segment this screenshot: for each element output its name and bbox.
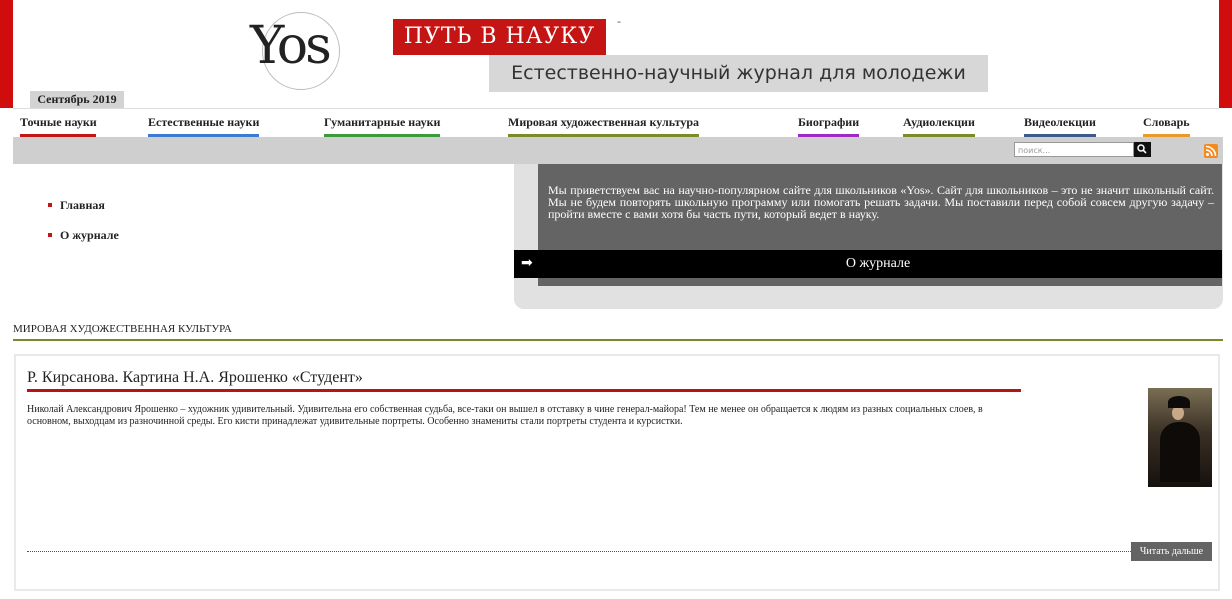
- nav-label: Гуманитарные науки: [324, 115, 441, 129]
- article-thumbnail[interactable]: [1148, 388, 1212, 487]
- journal-subtitle: Естественно-научный журнал для молодежи: [489, 55, 988, 92]
- header-dash: -: [617, 14, 621, 28]
- section-divider: [13, 339, 1223, 341]
- nav-item-biographies[interactable]: Биографии: [798, 115, 860, 137]
- figure-face: [1172, 406, 1184, 420]
- bullet-icon: [48, 233, 52, 237]
- nav-item-natural-sciences[interactable]: Естественные науки: [148, 115, 260, 137]
- rss-button[interactable]: [1204, 144, 1218, 158]
- featured-link-label: О журнале: [845, 256, 911, 271]
- nav-label: Аудиолекции: [903, 115, 975, 129]
- nav-label: Биографии: [798, 115, 860, 129]
- article-card: Р. Кирсанова. Картина Н.А. Ярошенко «Сту…: [14, 354, 1220, 591]
- menu-item-about[interactable]: О журнале: [48, 228, 119, 258]
- search-icon: [1137, 144, 1147, 154]
- article-excerpt: Николай Александрович Ярошенко – художни…: [27, 404, 983, 427]
- nav-item-world-art[interactable]: Мировая художественная культура: [508, 115, 699, 137]
- issue-date: Сентябрь 2019: [30, 91, 124, 108]
- menu-label: О журнале: [60, 228, 119, 242]
- read-more-button[interactable]: Читать дальше: [1131, 542, 1212, 561]
- left-red-bar: [0, 0, 13, 108]
- rss-icon: [1205, 145, 1217, 157]
- search-input[interactable]: поиск...: [1014, 142, 1134, 157]
- nav-item-humanities[interactable]: Гуманитарные науки: [324, 115, 441, 137]
- nav-label: Точные науки: [20, 115, 97, 129]
- nav-label: Видеолекции: [1024, 115, 1096, 129]
- bullet-icon: [48, 203, 52, 207]
- article-title-underline: [27, 389, 1021, 392]
- figure-coat: [1160, 422, 1200, 482]
- ribbon-title: ПУТЬ В НАУКУ: [393, 19, 606, 55]
- site-logo[interactable]: Yos: [250, 10, 342, 90]
- nav-label: Естественные науки: [148, 115, 260, 129]
- menu-label: Главная: [60, 198, 105, 212]
- nav-item-video-lectures[interactable]: Видеолекции: [1024, 115, 1096, 137]
- section-title: МИРОВАЯ ХУДОЖЕСТВЕННАЯ КУЛЬТУРА: [13, 323, 232, 335]
- nav-item-audio-lectures[interactable]: Аудиолекции: [903, 115, 975, 137]
- nav-label: Словарь: [1143, 115, 1190, 129]
- menu-item-home[interactable]: Главная: [48, 198, 119, 228]
- figure-hat: [1168, 396, 1190, 408]
- main-nav: Точные науки Естественные науки Гуманита…: [13, 108, 1219, 137]
- nav-label: Мировая художественная культура: [508, 115, 699, 129]
- nav-item-exact-sciences[interactable]: Точные науки: [20, 115, 97, 137]
- right-red-bar: [1219, 0, 1232, 108]
- nav-item-dictionary[interactable]: Словарь: [1143, 115, 1190, 137]
- featured-text: Мы приветствуем вас на научно-популярном…: [548, 183, 1214, 221]
- dotted-separator: [27, 551, 1133, 552]
- side-menu: Главная О журнале: [48, 198, 119, 258]
- search-button[interactable]: [1134, 142, 1151, 157]
- article-title[interactable]: Р. Кирсанова. Картина Н.А. Ярошенко «Сту…: [27, 369, 363, 387]
- featured-link-bar[interactable]: ➡ О журнале: [514, 250, 1222, 278]
- logo-text: Yos: [250, 16, 332, 76]
